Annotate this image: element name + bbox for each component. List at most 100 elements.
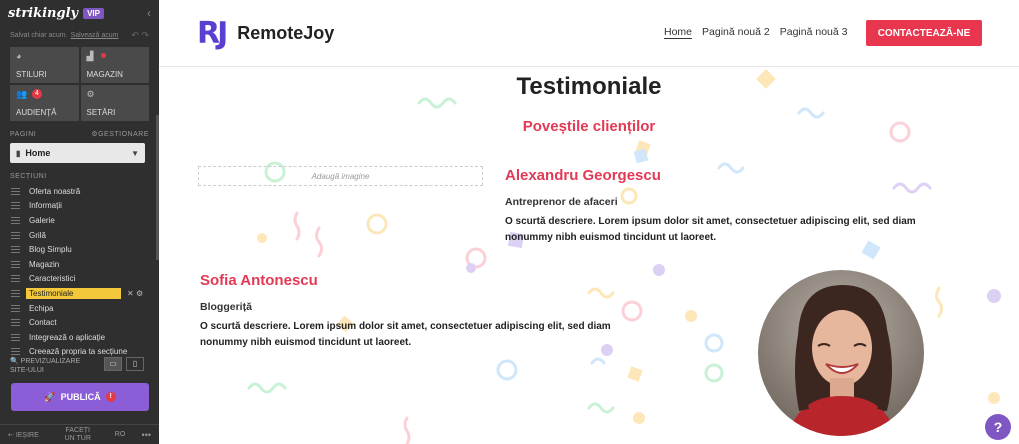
publish-alert-badge: ! xyxy=(105,392,116,402)
testimonial-name[interactable]: Alexandru Georgescu xyxy=(505,167,661,184)
drag-handle-icon[interactable] xyxy=(11,275,20,283)
publish-label: PUBLICĂ xyxy=(60,392,101,402)
portrait-image xyxy=(758,270,924,436)
store-tile-label: MAGAZIN xyxy=(86,70,123,79)
current-page-value: Home xyxy=(25,148,51,158)
help-button[interactable]: ? xyxy=(985,414,1011,440)
collapse-sidebar-icon[interactable]: ‹ xyxy=(147,6,151,20)
exit-label: IEȘIRE xyxy=(15,431,39,439)
drag-handle-icon[interactable] xyxy=(11,333,20,341)
section-item[interactable]: Oferta noastră xyxy=(0,184,159,199)
page-select[interactable]: ▮ Home ▼ xyxy=(10,143,145,163)
testimonial-role[interactable]: Bloggeriță xyxy=(200,301,252,313)
mobile-preview-icon[interactable]: ▯ xyxy=(126,357,144,371)
drag-handle-icon[interactable] xyxy=(11,304,20,312)
desktop-preview-icon[interactable]: ▭ xyxy=(104,357,122,371)
section-item[interactable]: Blog Simplu xyxy=(0,242,159,257)
testimonial-photo[interactable] xyxy=(758,270,924,436)
section-item[interactable]: Grilă xyxy=(0,228,159,243)
brand-logo[interactable]: RJ xyxy=(197,16,228,51)
nav-link-home[interactable]: Home xyxy=(664,26,692,38)
section-list: Oferta noastră Informații Galerie Grilă … xyxy=(0,184,159,359)
users-icon: 👥 xyxy=(16,89,28,99)
section-item[interactable]: Contact xyxy=(0,315,159,330)
publish-button[interactable]: 🚀 PUBLICĂ ! xyxy=(11,383,149,411)
store-tile[interactable]: ▟ MAGAZIN xyxy=(80,47,149,83)
audience-tile-label: AUDIENȚĂ xyxy=(16,108,57,117)
pages-label: PAGINI xyxy=(10,130,37,138)
styles-tile[interactable]: ◕ STILURI xyxy=(10,47,79,83)
preview-site-label: 🔍 PREVIZUALIZARE SITE-ULUI xyxy=(10,358,81,374)
section-item[interactable]: Magazin xyxy=(0,257,159,272)
page-icon: ▮ xyxy=(16,148,21,158)
exit-button[interactable]: ⇠ IEȘIRE xyxy=(8,431,39,439)
pages-header: PAGINI ⚙GESTIONARE xyxy=(0,129,159,139)
section-label: Galerie xyxy=(29,215,55,225)
drag-handle-icon[interactable] xyxy=(11,260,20,268)
rocket-icon: 🚀 xyxy=(44,391,56,402)
section-label: Informații xyxy=(29,201,62,211)
undo-icon[interactable]: ↶ ↷ xyxy=(131,30,149,41)
testimonials-section: Testimoniale Poveștile clienților Adaugă… xyxy=(159,68,1019,444)
editor-tiles: ◕ STILURI ▟ MAGAZIN 👥 4 AUDIENȚĂ ⚙ SETĂR… xyxy=(10,47,149,121)
sections-header: SECȚIUNI xyxy=(10,172,47,180)
testimonial-role[interactable]: Antreprenor de afaceri xyxy=(505,196,618,208)
more-icon[interactable]: ••• xyxy=(142,430,151,440)
drag-handle-icon[interactable] xyxy=(11,289,20,297)
brand-name[interactable]: RemoteJoy xyxy=(237,23,334,44)
drag-handle-icon[interactable] xyxy=(11,319,20,327)
drag-handle-icon[interactable] xyxy=(11,246,20,254)
testimonial-description[interactable]: O scurtă descriere. Lorem ipsum dolor si… xyxy=(505,214,955,246)
section-label: Contact xyxy=(29,318,57,328)
save-now-link[interactable]: Salvează acum xyxy=(71,32,119,39)
audience-tile[interactable]: 👥 4 AUDIENȚĂ xyxy=(10,85,79,121)
section-label: Integrează o aplicație xyxy=(29,332,106,342)
preview-site-text: PREVIZUALIZARE SITE-ULUI xyxy=(10,358,81,374)
section-item[interactable]: Echipa xyxy=(0,301,159,316)
section-subtitle[interactable]: Poveștile clienților xyxy=(159,118,1019,135)
drag-handle-icon[interactable] xyxy=(11,216,20,224)
save-status: Salvat chiar acum. Salvează acum ↶ ↷ xyxy=(0,26,159,44)
palette-icon: ◕ xyxy=(16,51,22,61)
sidebar-footer: ⇠ IEȘIRE FACEȚI UN TUR RO ••• xyxy=(0,424,159,444)
chevron-down-icon: ▼ xyxy=(131,148,139,158)
section-item[interactable]: Galerie xyxy=(0,213,159,228)
section-label: Blog Simplu xyxy=(29,245,72,255)
section-title[interactable]: Testimoniale xyxy=(159,73,1019,101)
drag-handle-icon[interactable] xyxy=(11,231,20,239)
language-button[interactable]: RO xyxy=(115,431,126,438)
section-label: Caracteristici xyxy=(29,274,76,284)
testimonial-description[interactable]: O scurtă descriere. Lorem ipsum dolor si… xyxy=(200,319,645,351)
testimonial-name[interactable]: Sofia Antonescu xyxy=(200,272,318,289)
audience-count-badge: 4 xyxy=(32,89,42,99)
styles-tile-label: STILURI xyxy=(16,70,47,79)
preview-row: 🔍 PREVIZUALIZARE SITE-ULUI ▭ ▯ xyxy=(0,357,159,375)
section-item-active[interactable]: Testimoniale ✕ ⚙ xyxy=(0,286,159,301)
bag-icon: ▟ xyxy=(86,51,94,61)
strikingly-logo: strikingly xyxy=(8,5,79,21)
drag-handle-icon[interactable] xyxy=(11,202,20,210)
section-settings-icon[interactable]: ⚙ xyxy=(136,289,143,298)
site-preview: RJ RemoteJoy Home Pagină nouă 2 Pagină n… xyxy=(159,0,1019,444)
section-item[interactable]: Caracteristici xyxy=(0,272,159,287)
section-item[interactable]: Informații xyxy=(0,199,159,214)
notification-dot xyxy=(100,53,106,58)
section-label: Creează propria ta secțiune xyxy=(29,347,128,357)
add-image-placeholder[interactable]: Adaugă imagine xyxy=(198,166,483,186)
section-label: Grilă xyxy=(29,230,46,240)
drag-handle-icon[interactable] xyxy=(11,187,20,195)
settings-tile[interactable]: ⚙ SETĂRI xyxy=(80,85,149,121)
section-item[interactable]: Integrează o aplicație xyxy=(0,330,159,345)
manage-label: GESTIONARE xyxy=(98,131,149,138)
site-nav: Home Pagină nouă 2 Pagină nouă 3 xyxy=(664,26,847,38)
manage-pages-button[interactable]: ⚙GESTIONARE xyxy=(91,130,149,138)
contact-button[interactable]: CONTACTEAZĂ-NE xyxy=(866,20,982,46)
nav-link-page-2[interactable]: Pagină nouă 2 xyxy=(702,26,770,38)
nav-link-page-3[interactable]: Pagină nouă 3 xyxy=(780,26,848,38)
delete-section-icon[interactable]: ✕ xyxy=(127,289,134,298)
drag-handle-icon[interactable] xyxy=(11,348,20,356)
section-label: Testimoniale xyxy=(26,287,121,299)
section-actions: ✕ ⚙ xyxy=(127,289,143,298)
saved-status-text: Salvat chiar acum. xyxy=(10,31,68,39)
tour-button[interactable]: FACEȚI UN TUR xyxy=(61,427,95,443)
